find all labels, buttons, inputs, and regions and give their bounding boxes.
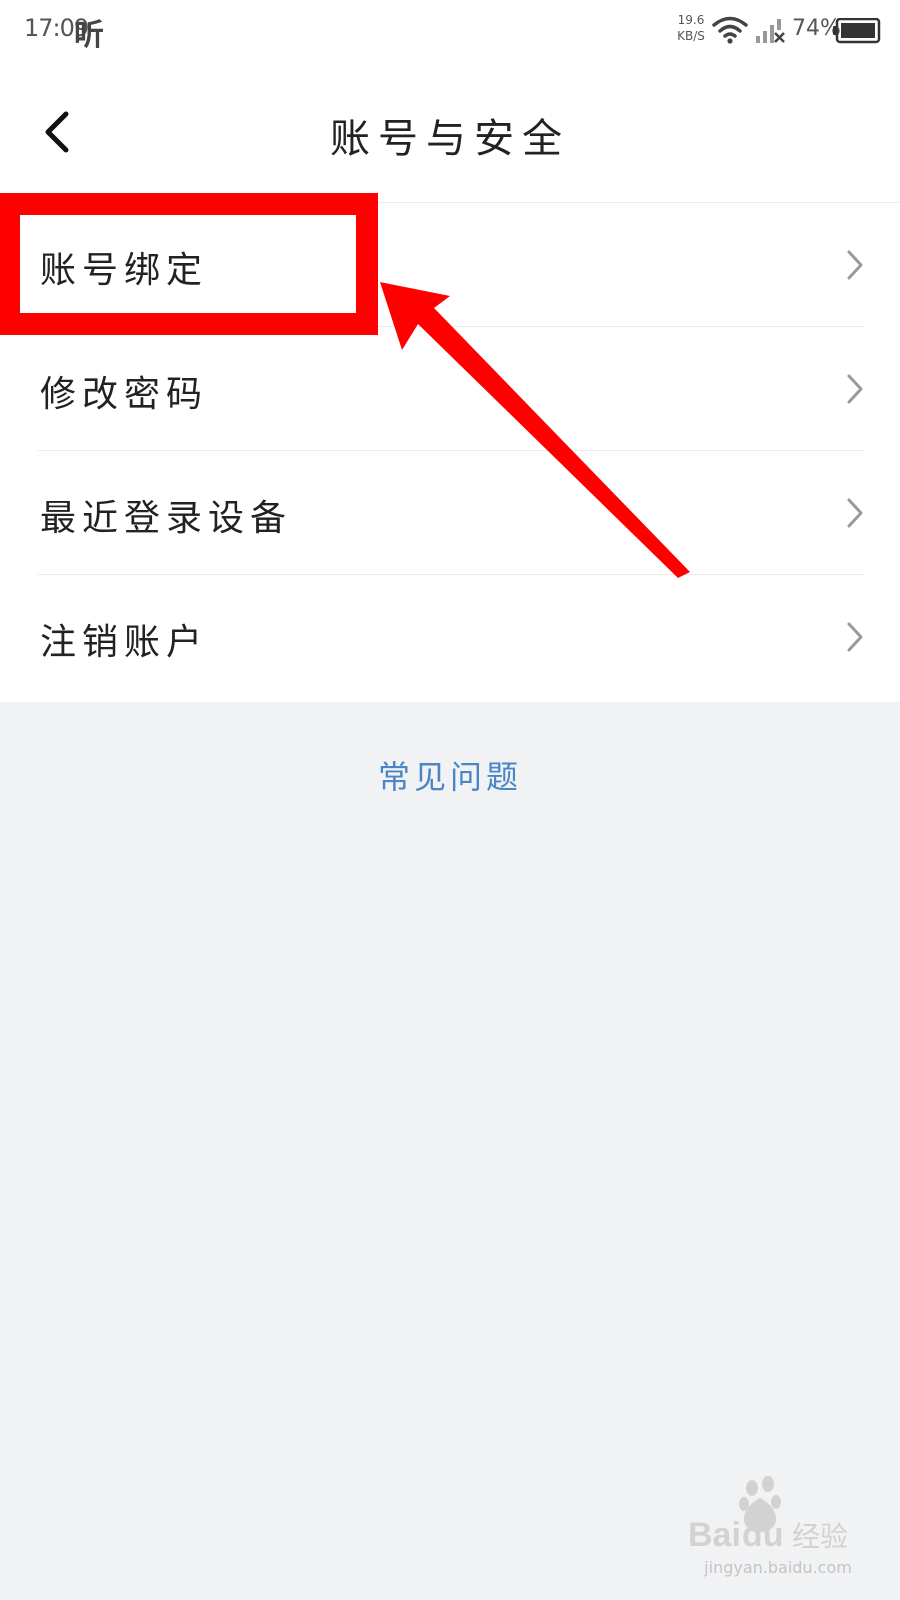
status-app-indicator: 听 bbox=[74, 18, 104, 53]
svg-text:Bai: Bai bbox=[688, 1516, 741, 1554]
menu-item-label: 注销账户 bbox=[40, 622, 209, 663]
nav-header: 账号与安全 bbox=[0, 62, 900, 203]
menu-item-label: 账号绑定 bbox=[40, 250, 209, 291]
menu-item-recent-devices[interactable]: 最近登录设备 bbox=[0, 451, 900, 575]
svg-text:du: du bbox=[742, 1516, 784, 1554]
chevron-right-icon bbox=[847, 374, 863, 404]
network-speed-value: 19.6 bbox=[677, 13, 705, 27]
baidu-logo-icon: Bai du 经验 bbox=[688, 1476, 848, 1554]
watermark: Bai du 经验 jingyan.baidu.com bbox=[688, 1474, 868, 1584]
chevron-right-icon bbox=[847, 498, 863, 528]
menu-item-delete-account[interactable]: 注销账户 bbox=[0, 575, 900, 699]
status-bar: 17:09 听 19.6 KB/S 74% bbox=[0, 0, 900, 62]
faq-link[interactable]: 常见问题 bbox=[0, 752, 900, 798]
menu-item-label: 最近登录设备 bbox=[40, 498, 293, 539]
signal-icon bbox=[756, 19, 785, 43]
menu-item-account-binding[interactable]: 账号绑定 bbox=[0, 203, 900, 327]
wifi-icon bbox=[712, 16, 748, 44]
page-title: 账号与安全 bbox=[330, 116, 570, 162]
chevron-right-icon bbox=[847, 622, 863, 652]
chevron-right-icon bbox=[847, 250, 863, 280]
menu-item-change-password[interactable]: 修改密码 bbox=[0, 327, 900, 451]
menu-list: 账号绑定 修改密码 最近登录设备 注销账户 bbox=[0, 203, 900, 699]
network-speed-unit: KB/S bbox=[677, 29, 705, 43]
network-speed: 19.6 KB/S bbox=[674, 12, 708, 44]
battery-icon bbox=[833, 18, 881, 44]
menu-item-label: 修改密码 bbox=[40, 374, 209, 415]
watermark-domain: jingyan.baidu.com bbox=[704, 1558, 852, 1577]
svg-text:经验: 经验 bbox=[792, 1520, 848, 1553]
